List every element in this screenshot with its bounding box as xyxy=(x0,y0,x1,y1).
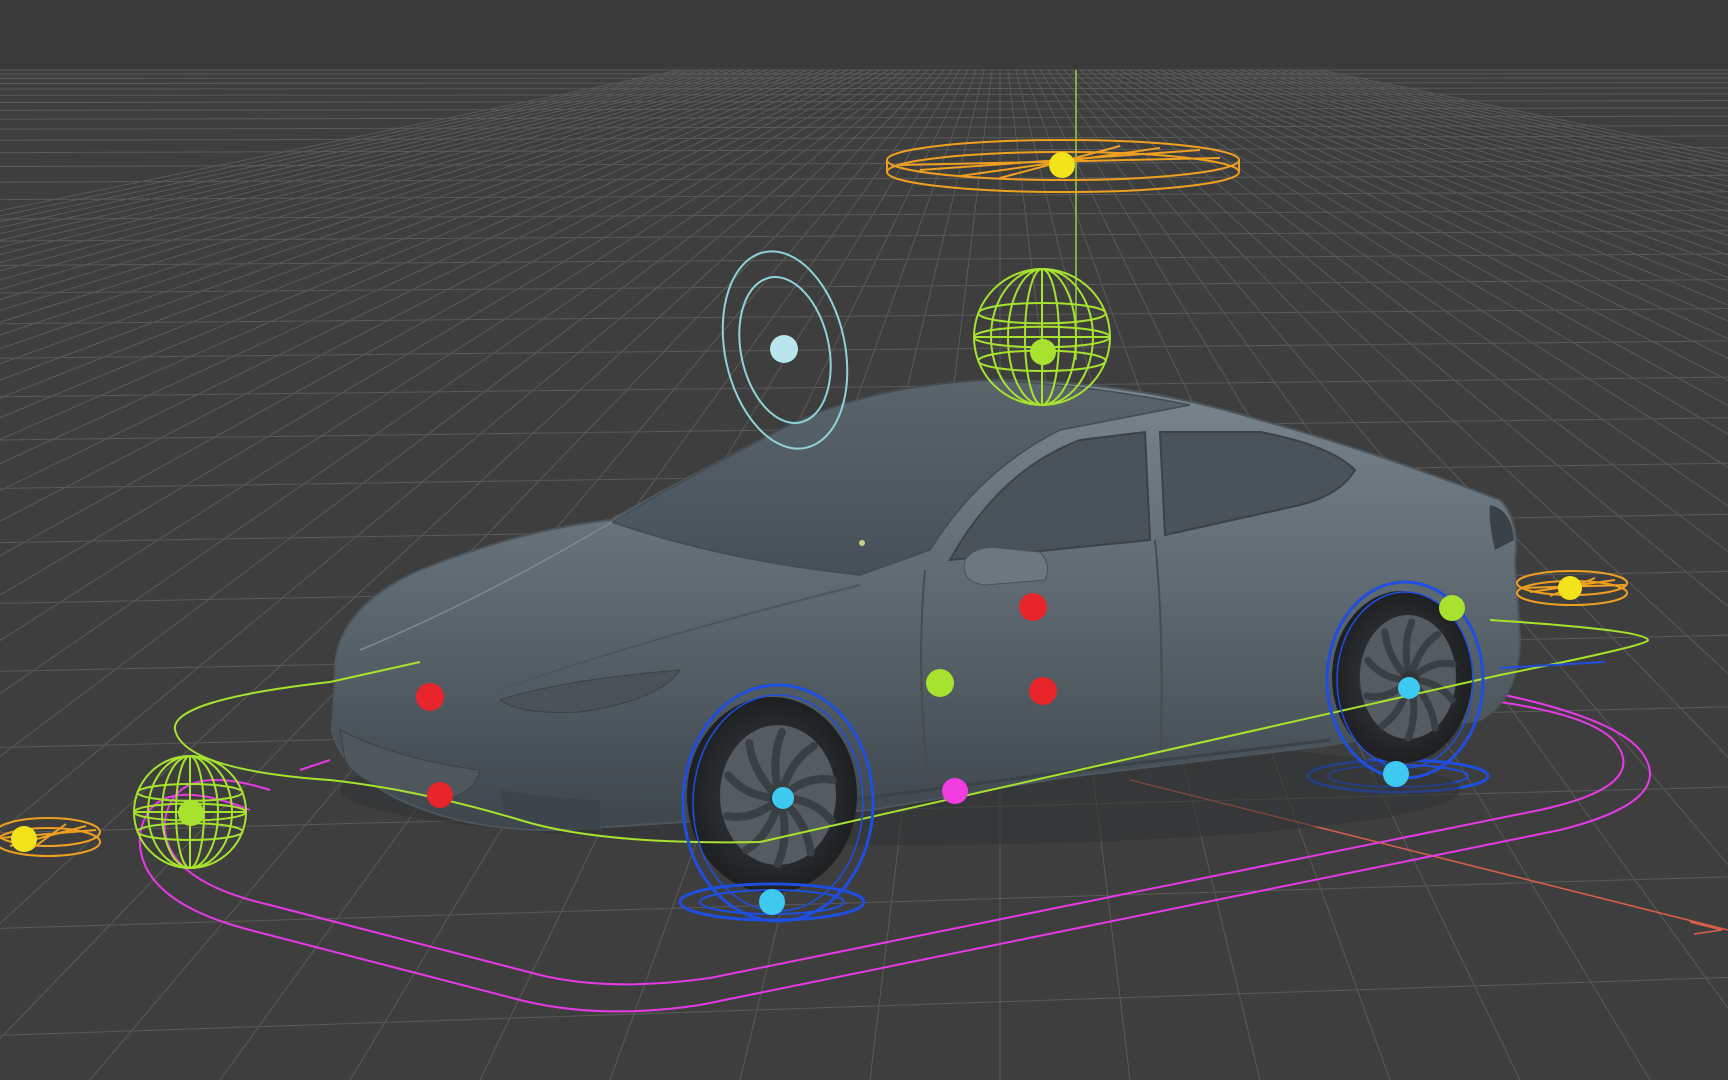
car-pivot-point xyxy=(859,540,865,546)
front-wheel-pivot-handle[interactable] xyxy=(772,787,794,809)
front-wheel xyxy=(687,697,857,893)
roof-sphere-control[interactable] xyxy=(973,268,1111,406)
viewport-canvas[interactable] xyxy=(0,0,1728,1080)
rear-body-handle[interactable] xyxy=(1439,595,1465,621)
rear-wheel-ground-handle[interactable] xyxy=(1383,761,1409,787)
door-lower-red-handle[interactable] xyxy=(1029,677,1057,705)
3d-viewport[interactable] xyxy=(0,0,1728,1080)
left-target-point[interactable] xyxy=(11,826,37,852)
side-mirror xyxy=(963,547,1049,586)
bumper-red-handle[interactable] xyxy=(427,782,453,808)
door-upper-red-handle[interactable] xyxy=(1019,593,1047,621)
sill-magenta-handle[interactable] xyxy=(942,778,968,804)
door-body-handle[interactable] xyxy=(926,669,954,697)
front-sphere-center-handle[interactable] xyxy=(178,800,204,826)
aim-ring-center-handle[interactable] xyxy=(770,335,798,363)
front-wheel-ground-handle[interactable] xyxy=(759,889,785,915)
rear-wheel-pivot-handle[interactable] xyxy=(1398,677,1420,699)
horizon-band xyxy=(0,0,1728,70)
top-target-point[interactable] xyxy=(1049,152,1075,178)
hood-red-handle[interactable] xyxy=(416,683,444,711)
roof-sphere-center-handle[interactable] xyxy=(1030,339,1056,365)
right-target-point[interactable] xyxy=(1558,576,1582,600)
